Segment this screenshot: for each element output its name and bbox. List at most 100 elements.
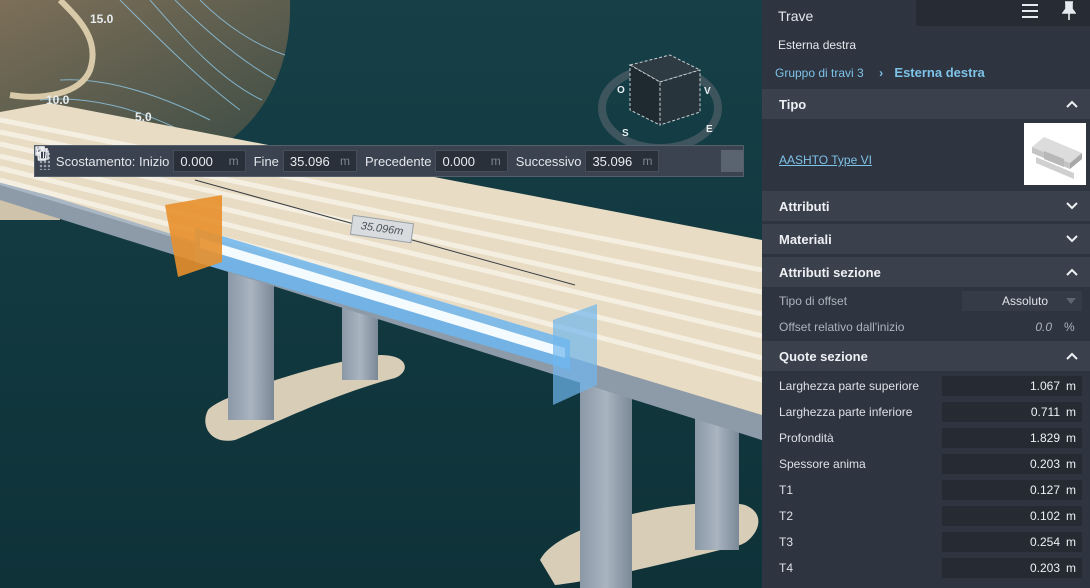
start-offset-input[interactable]: 0.000 m <box>173 150 246 172</box>
dimension-label: T3 <box>779 535 794 549</box>
dimension-input[interactable]: 0.127 m <box>942 480 1082 500</box>
end-offset-value: 35.096 <box>289 153 330 169</box>
chevron-down-icon <box>1066 202 1078 210</box>
end-offset-input[interactable]: 35.096 m <box>282 150 357 172</box>
relative-offset-value: 0.0 <box>1035 320 1052 334</box>
chevron-up-icon <box>1066 352 1078 360</box>
offset-toolbar: Scostamento: Inizio 0.000 m Fine 35.096 … <box>34 145 744 177</box>
properties-panel: Trave Esterna destra Gruppo di travi 3 ›… <box>762 0 1090 588</box>
dimension-row: Profondità 1.829 m <box>762 425 1090 451</box>
offset-type-value: Assoluto <box>1002 294 1049 308</box>
panel-title: Trave <box>778 8 814 24</box>
dimension-unit: m <box>1066 535 1076 549</box>
next-offset-value: 35.096 <box>592 153 633 169</box>
3d-viewport[interactable]: 15.0 10.0 5.0 O V S E 35.096 m Scostament… <box>0 0 762 588</box>
add-button[interactable] <box>36 147 691 172</box>
dimension-unit: m <box>1066 561 1076 575</box>
section-materiali[interactable]: Materiali <box>762 224 1090 254</box>
viewcube-letter[interactable]: S <box>622 128 629 139</box>
viewcube-letter[interactable]: V <box>704 86 711 97</box>
unit-label: m <box>339 154 350 168</box>
dimension-unit: m <box>1066 379 1076 393</box>
start-offset-value: 0.000 <box>180 153 213 169</box>
panel-header: Trave <box>762 0 1090 30</box>
chevron-up-icon <box>1066 268 1078 276</box>
beam-section-image <box>1032 137 1082 179</box>
contour-label: 15.0 <box>90 12 114 26</box>
previous-offset-input[interactable]: 0.000 m <box>435 150 508 172</box>
dimension-input[interactable]: 0.254 m <box>942 532 1082 552</box>
dimension-input[interactable]: 1.067 m <box>942 376 1082 396</box>
relative-offset-row: Offset relativo dall'inizio 0.0 % <box>762 314 1090 340</box>
section-title: Quote sezione <box>779 348 868 364</box>
section-tipo[interactable]: Tipo <box>762 89 1090 119</box>
dimension-row: T4 0.203 m <box>762 555 1090 581</box>
dimension-row: T3 0.254 m <box>762 529 1090 555</box>
section-attributi[interactable]: Attributi <box>762 191 1090 221</box>
dimension-row: T2 0.102 m <box>762 503 1090 529</box>
section-quote-sezione[interactable]: Quote sezione <box>762 341 1090 371</box>
delete-button[interactable] <box>36 146 744 172</box>
chevron-up-icon <box>1066 100 1078 108</box>
dimension-input[interactable]: 1.829 m <box>942 428 1082 448</box>
dimension-row: Spessore anima 0.203 m <box>762 451 1090 477</box>
dimension-label: T4 <box>779 561 794 575</box>
copy-button[interactable] <box>35 146 717 172</box>
dimension-value: 0.711 <box>1030 405 1060 419</box>
tipo-content: AASHTO Type VI <box>762 119 1090 191</box>
start-offset-label: Scostamento: Inizio <box>55 153 170 169</box>
panel-subtitle: Esterna destra <box>778 38 857 52</box>
dimension-unit: m <box>1066 483 1076 497</box>
dimension-input[interactable]: 0.203 m <box>942 454 1082 474</box>
viewcube-letter[interactable]: O <box>617 85 625 96</box>
chevron-down-icon <box>1066 235 1078 243</box>
dimension-input[interactable]: 0.711 m <box>942 402 1082 422</box>
dimension-input[interactable]: 0.102 m <box>942 506 1082 526</box>
dimension-label: Larghezza parte superiore <box>779 379 920 393</box>
viewcube-letter[interactable]: E <box>706 124 713 135</box>
unit-label: m <box>490 154 501 168</box>
dimension-unit: m <box>1066 509 1076 523</box>
breadcrumb-current: Esterna destra <box>894 65 985 80</box>
offset-type-label: Tipo di offset <box>779 294 848 308</box>
dimension-unit: m <box>1066 431 1076 445</box>
dimension-row: Larghezza parte superiore 1.067 m <box>762 373 1090 399</box>
next-offset-label: Successivo <box>515 153 582 169</box>
breadcrumb-parent[interactable]: Gruppo di travi 3 <box>775 66 864 80</box>
end-offset-label: Fine <box>253 153 279 169</box>
pin-icon[interactable] <box>1062 1 1076 21</box>
dimension-value: 1.829 <box>1029 431 1060 445</box>
bridge-scene <box>0 0 762 588</box>
beam-type-thumbnail[interactable] <box>1024 123 1086 185</box>
previous-offset-label: Precedente <box>364 153 432 169</box>
next-offset-input[interactable]: 35.096 m <box>585 150 660 172</box>
dimension-value: 1.067 <box>1029 379 1060 393</box>
offset-type-dropdown[interactable]: Assoluto <box>962 291 1082 311</box>
dimension-value: 0.102 <box>1029 509 1060 523</box>
panel-header-tools <box>916 0 1090 26</box>
dimension-label: Spessore anima <box>779 457 866 471</box>
unit-label: m <box>642 154 653 168</box>
section-attributi-sezione[interactable]: Attributi sezione <box>762 257 1090 287</box>
section-title: Attributi sezione <box>779 264 881 280</box>
chevron-right-icon: › <box>879 66 884 80</box>
relative-offset-unit: % <box>1064 320 1075 334</box>
dimension-label: Profondità <box>779 431 834 445</box>
section-title: Attributi <box>779 198 830 214</box>
relative-offset-field[interactable]: 0.0 % <box>1035 320 1082 334</box>
beam-type-link[interactable]: AASHTO Type VI <box>779 153 872 167</box>
unit-label: m <box>228 154 239 168</box>
offset-type-row: Tipo di offset Assoluto <box>762 288 1090 314</box>
dimension-input[interactable]: 0.203 m <box>942 558 1082 578</box>
relative-offset-label: Offset relativo dall'inizio <box>779 320 905 334</box>
breadcrumb: Gruppo di travi 3 › Esterna destra <box>775 65 985 80</box>
menu-icon[interactable] <box>1021 3 1039 19</box>
dimension-value: 0.203 <box>1029 457 1060 471</box>
dimension-label: T2 <box>779 509 794 523</box>
dimension-label: Larghezza parte inferiore <box>779 405 913 419</box>
trash-icon <box>36 146 48 161</box>
dimension-value: 0.254 <box>1029 535 1060 549</box>
section-title: Tipo <box>779 96 807 112</box>
dimension-unit: m <box>1066 405 1076 419</box>
dimension-row: T1 0.127 m <box>762 477 1090 503</box>
